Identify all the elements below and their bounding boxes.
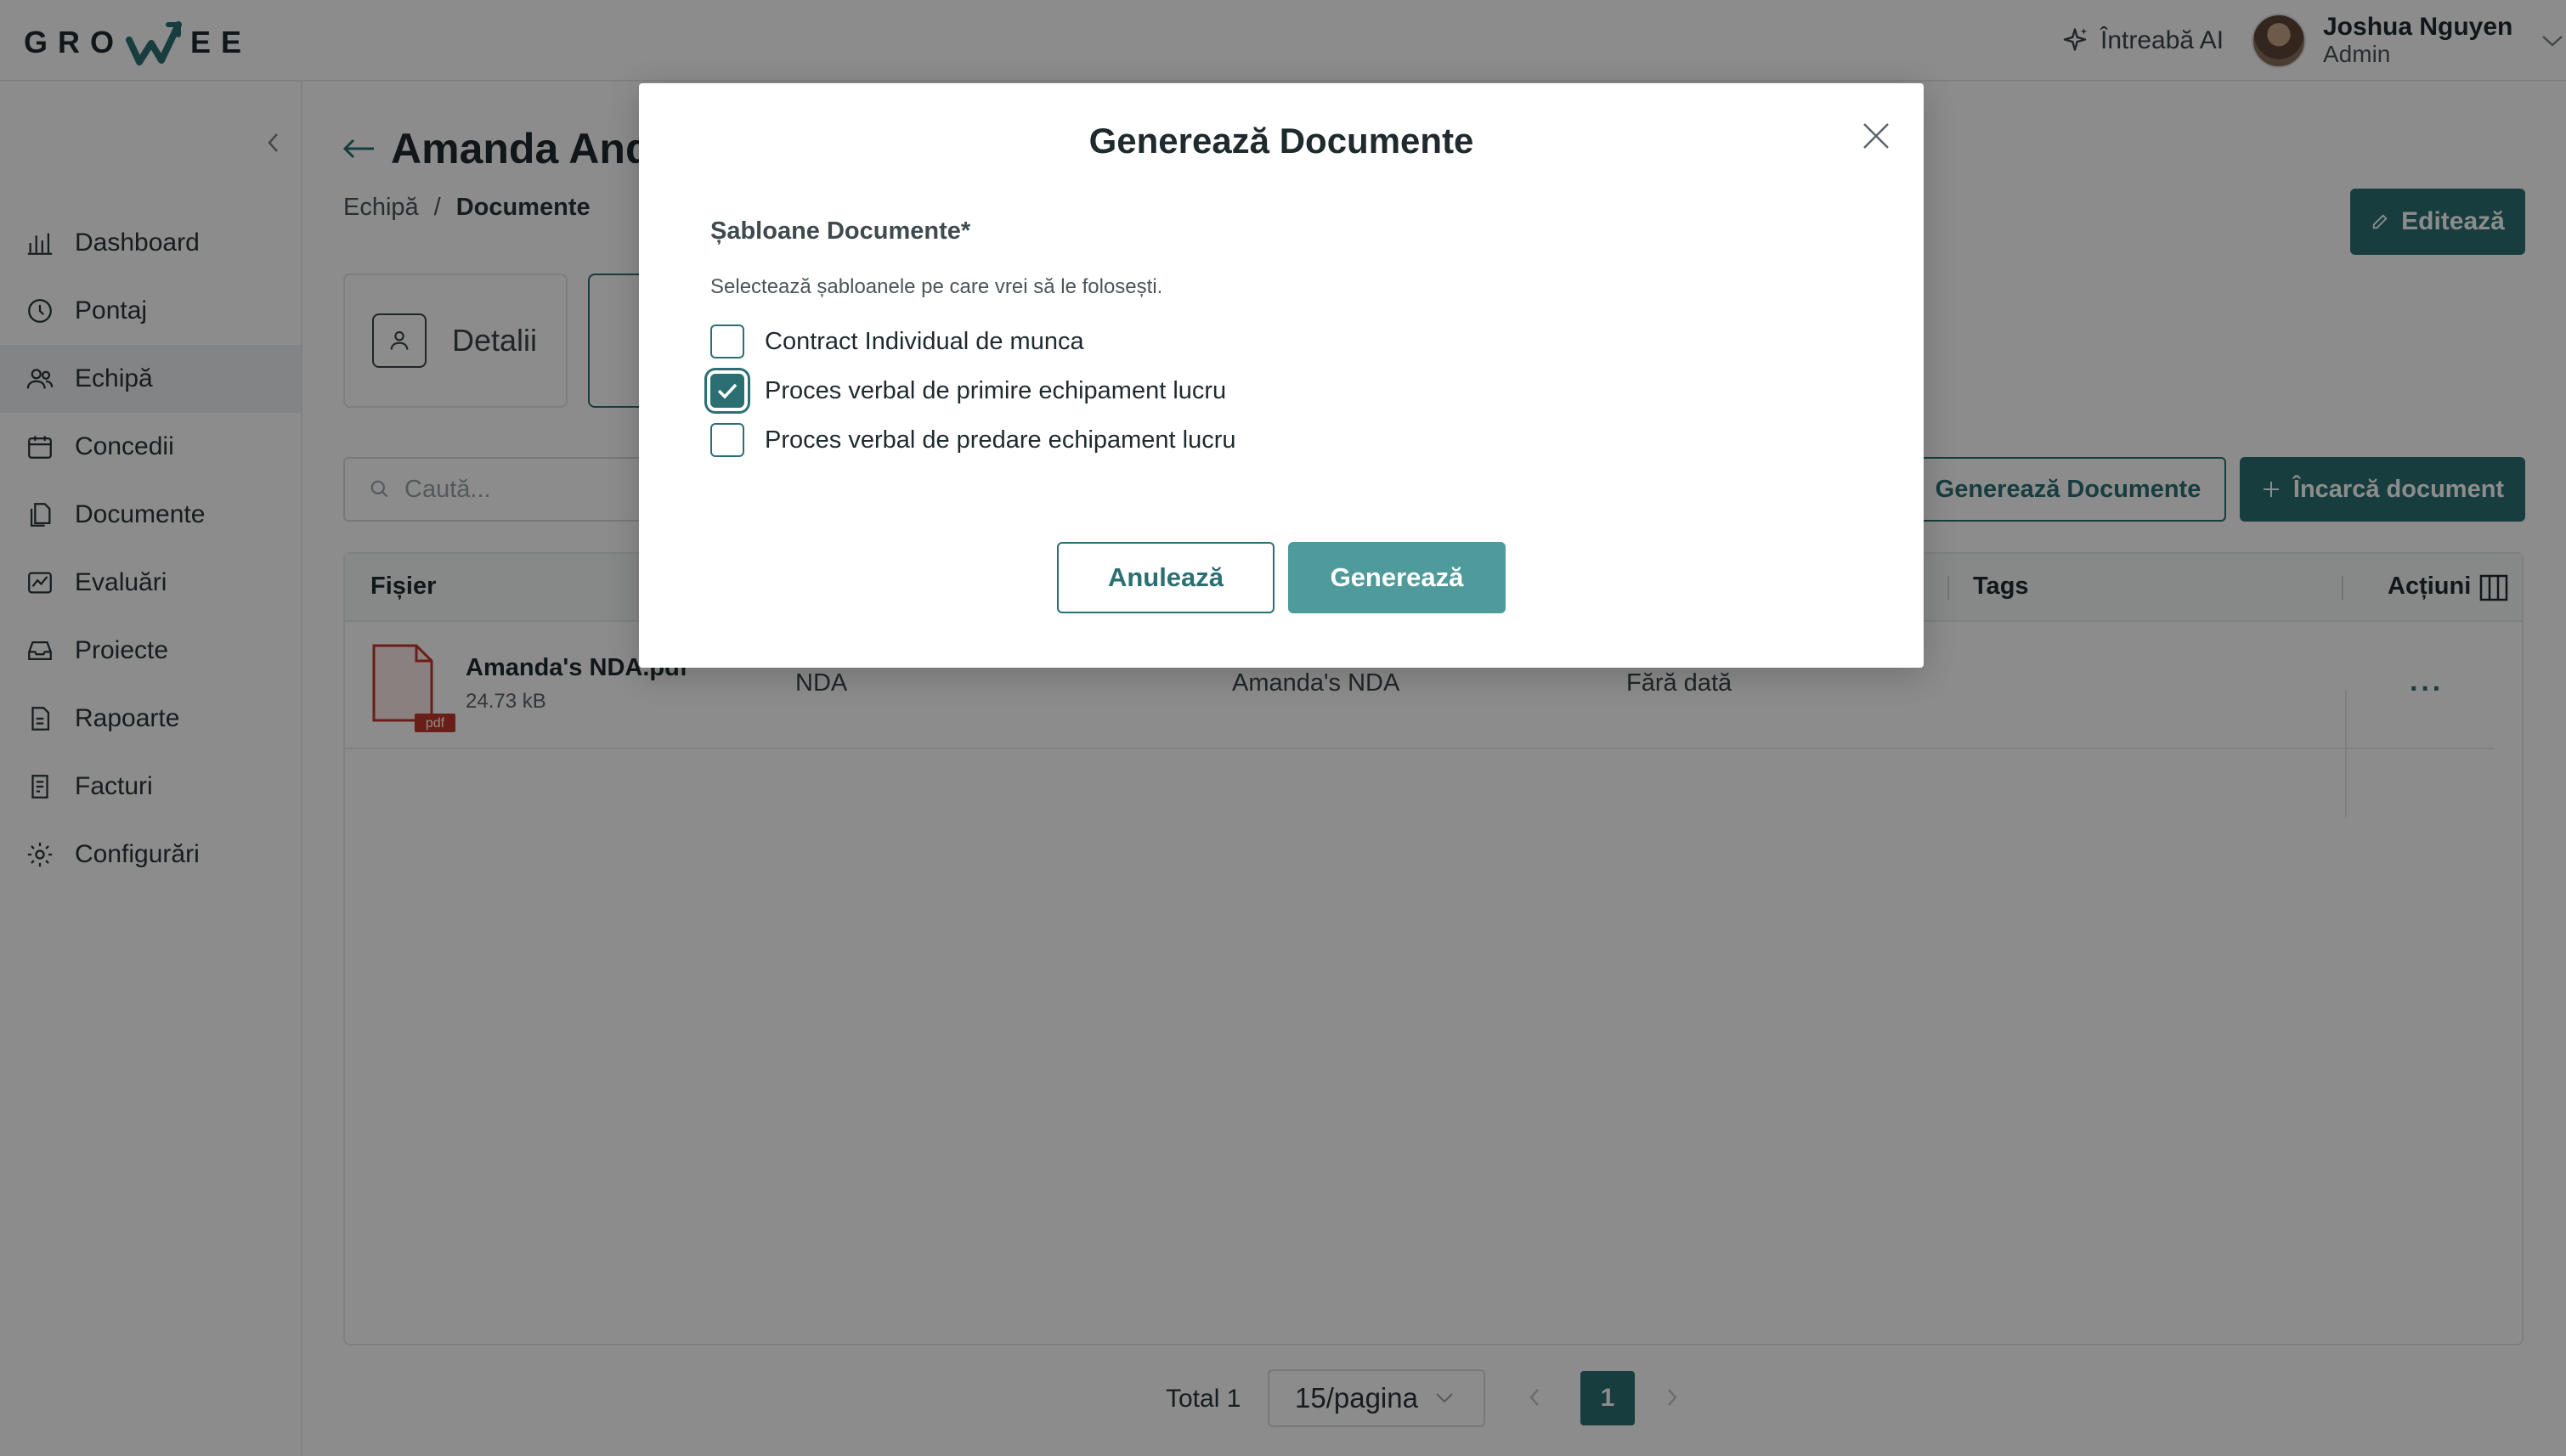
cancel-button[interactable]: Anulează — [1057, 542, 1275, 613]
templates-field-hint: Selectează șabloanele pe care vrei să le… — [710, 275, 1163, 298]
option-label: Proces verbal de predare echipament lucr… — [765, 426, 1236, 454]
modal-title: Generează Documente — [1088, 121, 1474, 161]
template-option-receipt[interactable]: Proces verbal de primire echipament lucr… — [710, 374, 1226, 408]
option-label: Proces verbal de primire echipament lucr… — [765, 376, 1227, 404]
templates-field-label: Șabloane Documente* — [710, 217, 971, 245]
checkbox[interactable] — [710, 324, 744, 358]
option-label: Contract Individual de munca — [765, 327, 1084, 355]
close-icon[interactable] — [1859, 119, 1893, 153]
generate-documents-modal: Generează Documente Șabloane Documente* … — [639, 83, 1924, 668]
template-option-contract[interactable]: Contract Individual de munca — [710, 324, 1084, 358]
checkbox[interactable] — [710, 423, 744, 457]
checkbox-checked[interactable] — [710, 374, 744, 408]
template-option-handover[interactable]: Proces verbal de predare echipament lucr… — [710, 423, 1236, 457]
checkmark-icon — [717, 383, 738, 399]
generate-button[interactable]: Generează — [1288, 542, 1506, 613]
